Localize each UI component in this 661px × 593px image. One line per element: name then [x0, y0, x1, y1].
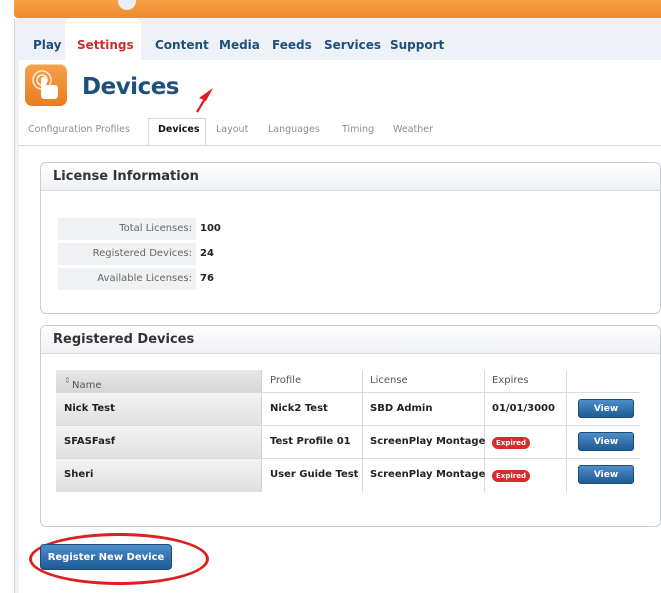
column-header-name[interactable]: Name ⇕	[56, 370, 262, 392]
table-row: Sheri User Guide Test ScreenPlay Montage…	[56, 458, 640, 492]
view-button[interactable]: View	[578, 399, 634, 418]
expired-badge: Expired	[492, 437, 530, 449]
tab-configuration-profiles[interactable]: Configuration Profiles	[28, 124, 130, 135]
column-header-license-label: License	[370, 375, 408, 386]
sort-icon: ⇕	[64, 376, 71, 385]
license-value: 24	[200, 248, 214, 259]
license-value: 100	[200, 223, 221, 234]
device-name: SFASFasf	[64, 436, 116, 447]
column-header-profile: Profile	[262, 370, 362, 392]
nav-support[interactable]: Support	[390, 38, 444, 52]
device-expires: 01/01/3000	[492, 403, 555, 414]
license-row-registered: Registered Devices: 24	[58, 243, 578, 265]
column-header-profile-label: Profile	[270, 375, 302, 386]
tab-languages[interactable]: Languages	[268, 124, 320, 135]
device-profile-cell: User Guide Test	[262, 459, 362, 492]
device-profile: User Guide Test	[270, 469, 359, 480]
expired-badge: Expired	[492, 470, 530, 482]
tab-devices[interactable]: Devices	[158, 124, 200, 135]
devices-card-title: Registered Devices	[53, 332, 195, 347]
device-profile-cell: Test Profile 01	[262, 426, 362, 459]
device-license: SBD Admin	[370, 403, 433, 414]
device-license: ScreenPlay Montage	[370, 436, 486, 447]
license-label-cell: Registered Devices:	[58, 243, 196, 265]
table-row: Nick Test Nick2 Test SBD Admin 01/01/300…	[56, 392, 640, 426]
device-name: Sheri	[64, 469, 94, 480]
column-header-name-label: Name	[72, 380, 102, 391]
nav-play[interactable]: Play	[33, 38, 61, 52]
page-title: Devices	[82, 74, 180, 100]
column-header-license: License	[362, 370, 484, 392]
device-name-cell: Sheri	[56, 459, 262, 492]
tab-weather[interactable]: Weather	[393, 124, 433, 135]
sub-tabs: Configuration Profiles Devices Layout La…	[18, 118, 661, 146]
license-label: Registered Devices:	[92, 248, 192, 259]
license-card-header: License Information	[41, 163, 660, 191]
license-row-total: Total Licenses: 100	[58, 218, 578, 240]
device-license-cell: ScreenPlay Montage	[362, 426, 486, 459]
tab-layout[interactable]: Layout	[216, 124, 248, 135]
device-license-cell: ScreenPlay Montage	[362, 459, 486, 492]
devices-card-header: Registered Devices	[41, 326, 660, 354]
device-license: ScreenPlay Montage	[370, 469, 486, 480]
license-card-title: License Information	[53, 169, 199, 184]
device-profile: Test Profile 01	[270, 436, 351, 447]
sub-tab-divider	[18, 145, 661, 146]
device-profile-cell: Nick2 Test	[262, 393, 362, 426]
device-action-cell: View	[566, 459, 640, 492]
device-action-cell: View	[566, 426, 640, 459]
annotation-arrow-icon	[196, 88, 213, 113]
license-label: Total Licenses:	[119, 223, 192, 234]
device-expires-cell: 01/01/3000	[484, 393, 566, 426]
device-expires-cell: Expired	[484, 426, 566, 459]
license-label-cell: Total Licenses:	[58, 218, 196, 240]
column-header-expires-label: Expires	[492, 375, 529, 386]
main-nav: Play Settings Content Media Feeds Servic…	[15, 18, 661, 60]
register-new-device-button[interactable]: Register New Device	[40, 544, 172, 570]
table-row: SFASFasf Test Profile 01 ScreenPlay Mont…	[56, 425, 640, 459]
device-name: Nick Test	[64, 403, 115, 414]
nav-content[interactable]: Content	[155, 38, 209, 52]
view-button[interactable]: View	[578, 465, 634, 484]
nav-media[interactable]: Media	[219, 38, 260, 52]
nav-feeds[interactable]: Feeds	[272, 38, 312, 52]
touch-hand-icon	[25, 64, 67, 106]
device-name-cell: SFASFasf	[56, 426, 262, 459]
top-accent-bar	[14, 0, 661, 18]
device-expires-cell: Expired	[484, 459, 566, 492]
license-row-available: Available Licenses: 76	[58, 268, 578, 290]
nav-services[interactable]: Services	[324, 38, 381, 52]
tab-timing[interactable]: Timing	[342, 124, 374, 135]
column-header-action	[566, 370, 640, 392]
license-label-cell: Available Licenses:	[58, 268, 196, 290]
view-button[interactable]: View	[578, 432, 634, 451]
device-action-cell: View	[566, 393, 640, 426]
nav-settings[interactable]: Settings	[77, 38, 134, 52]
device-name-cell: Nick Test	[56, 393, 262, 426]
device-license-cell: SBD Admin	[362, 393, 484, 426]
license-label: Available Licenses:	[97, 273, 192, 284]
device-profile: Nick2 Test	[270, 403, 328, 414]
column-header-expires: Expires	[484, 370, 566, 392]
license-value: 76	[200, 273, 214, 284]
